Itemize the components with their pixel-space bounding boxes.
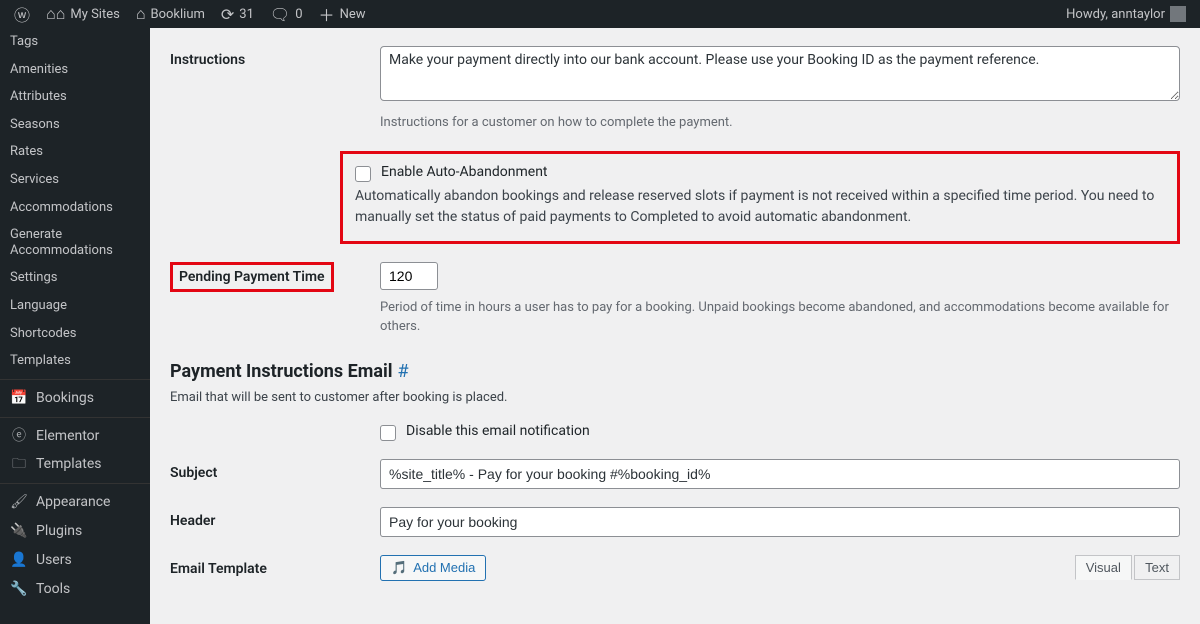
plug-icon: 🔌 xyxy=(10,523,28,540)
sidebar-item-bookings[interactable]: 📅Bookings xyxy=(0,379,150,413)
pending-time-label: Pending Payment Time xyxy=(179,263,325,285)
disable-email-label: Disable this email notification xyxy=(406,423,590,439)
new-label: New xyxy=(340,7,366,22)
instructions-textarea[interactable] xyxy=(380,46,1180,101)
avatar xyxy=(1170,6,1186,22)
folder-icon: 🗀 xyxy=(10,456,28,473)
instructions-label: Instructions xyxy=(170,46,380,68)
sidebar-item-services[interactable]: Services xyxy=(0,166,150,194)
email-template-label: Email Template xyxy=(170,555,380,577)
sidebar-item-language[interactable]: Language xyxy=(0,292,150,320)
sidebar-item-etemplates[interactable]: 🗀Templates xyxy=(0,450,150,479)
home-icon: ⌂ xyxy=(136,4,146,24)
media-icon: 🎵 xyxy=(391,560,407,576)
new-content-link[interactable]: ＋ New xyxy=(313,2,372,26)
wordpress-icon: ⓦ xyxy=(14,2,30,26)
my-sites-label: My Sites xyxy=(70,7,119,22)
add-media-button[interactable]: 🎵 Add Media xyxy=(380,555,486,581)
sidebar-item-amenities[interactable]: Amenities xyxy=(0,56,150,84)
sidebar-item-accommodations[interactable]: Accommodations xyxy=(0,194,150,222)
email-section-sub: Email that will be sent to customer afte… xyxy=(170,390,1180,405)
subject-label: Subject xyxy=(170,459,380,481)
email-section-heading: Payment Instructions Email # xyxy=(170,361,1180,382)
admin-bar: ⓦ ⌂⌂My Sites ⌂Booklium ⟳31 🗨0 ＋New Howdy… xyxy=(0,0,1200,28)
site-name-label: Booklium xyxy=(150,7,204,22)
pending-time-input[interactable] xyxy=(380,262,438,290)
updates-link[interactable]: ⟳ 31 xyxy=(215,5,260,24)
comment-icon: 🗨 xyxy=(270,5,290,24)
header-label: Header xyxy=(170,507,380,529)
auto-abandon-checkbox[interactable] xyxy=(355,166,371,182)
updates-count: 31 xyxy=(239,7,254,22)
pending-time-help: Period of time in hours a user has to pa… xyxy=(380,298,1180,337)
pending-time-highlight: Pending Payment Time xyxy=(170,262,334,292)
brush-icon: 🖌 xyxy=(10,494,28,511)
sidebar-item-plugins[interactable]: 🔌Plugins xyxy=(0,517,150,546)
site-name-link[interactable]: ⌂ Booklium xyxy=(130,4,211,24)
add-media-label: Add Media xyxy=(413,560,475,575)
anchor-hash[interactable]: # xyxy=(397,361,408,382)
calendar-icon: 📅 xyxy=(10,390,28,407)
auto-abandon-highlight: Enable Auto-Abandonment Automatically ab… xyxy=(340,151,1180,244)
wrench-icon: 🔧 xyxy=(10,581,28,598)
header-input[interactable] xyxy=(380,507,1180,537)
howdy-link[interactable]: Howdy, anntaylor xyxy=(1060,6,1192,22)
sidebar-item-tools[interactable]: 🔧Tools xyxy=(0,575,150,604)
content-area: Instructions Instructions for a customer… xyxy=(150,28,1200,624)
comments-link[interactable]: 🗨0 xyxy=(264,5,309,24)
user-icon: 👤 xyxy=(10,552,28,569)
comments-count: 0 xyxy=(295,7,302,22)
disable-email-checkbox[interactable] xyxy=(380,425,396,441)
plus-icon: ＋ xyxy=(319,2,335,26)
admin-sidebar: Tags Amenities Attributes Seasons Rates … xyxy=(0,28,150,624)
multisite-icon: ⌂⌂ xyxy=(46,4,65,24)
wp-logo[interactable]: ⓦ xyxy=(8,2,36,26)
howdy-text: Howdy, anntaylor xyxy=(1066,7,1165,22)
auto-abandon-label: Enable Auto-Abandonment xyxy=(381,164,548,180)
sidebar-item-users[interactable]: 👤Users xyxy=(0,546,150,575)
sidebar-item-generate[interactable]: Generate Accommodations xyxy=(0,221,150,264)
elementor-icon: ⓔ xyxy=(10,428,28,445)
sidebar-item-tags[interactable]: Tags xyxy=(0,28,150,56)
sidebar-item-appearance[interactable]: 🖌Appearance xyxy=(0,483,150,517)
sidebar-item-attributes[interactable]: Attributes xyxy=(0,83,150,111)
auto-abandon-desc: Automatically abandon bookings and relea… xyxy=(355,186,1165,229)
instructions-help: Instructions for a customer on how to co… xyxy=(380,113,1180,133)
my-sites-link[interactable]: ⌂⌂ My Sites xyxy=(40,4,126,24)
text-tab[interactable]: Text xyxy=(1134,555,1180,580)
subject-input[interactable] xyxy=(380,459,1180,489)
sidebar-item-settings[interactable]: Settings xyxy=(0,264,150,292)
visual-tab[interactable]: Visual xyxy=(1075,555,1132,580)
sidebar-item-seasons[interactable]: Seasons xyxy=(0,111,150,139)
sidebar-item-shortcodes[interactable]: Shortcodes xyxy=(0,320,150,348)
sidebar-item-templates[interactable]: Templates xyxy=(0,347,150,375)
sidebar-item-elementor[interactable]: ⓔElementor xyxy=(0,417,150,451)
update-icon: ⟳ xyxy=(221,5,234,24)
sidebar-item-rates[interactable]: Rates xyxy=(0,138,150,166)
